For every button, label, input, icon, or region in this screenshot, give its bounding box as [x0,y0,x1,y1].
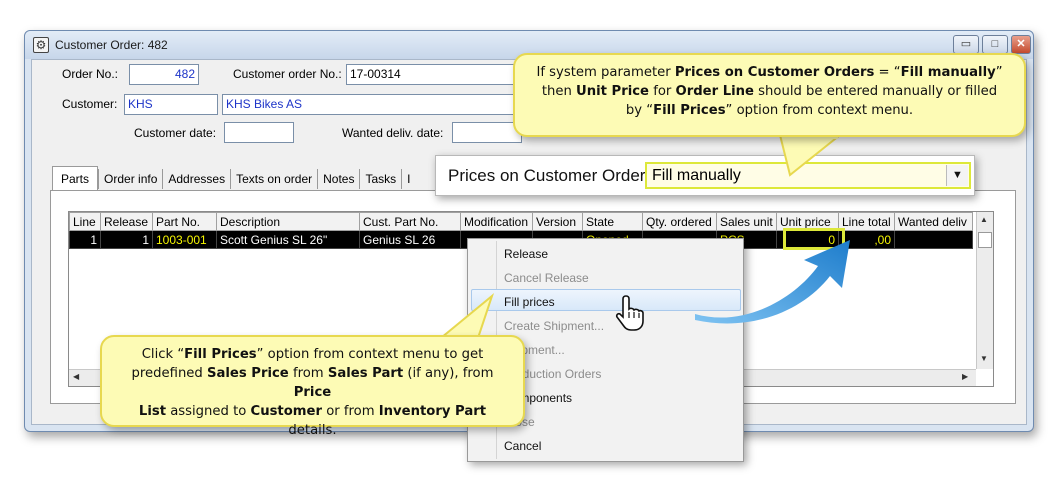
callout-bold: Customer [250,404,322,419]
cell-release[interactable]: 1 [100,230,153,249]
bottom-callout: Click “Fill Prices” option from context … [100,335,525,438]
minimize-button[interactable]: ▭ [953,35,979,54]
parameter-value: Fill manually [652,167,741,184]
cell-cust-part-no[interactable]: Genius SL 26 [359,230,461,249]
cell-line[interactable]: 1 [69,230,101,249]
callout-bold: Prices on Customer Orders [674,65,875,80]
window-title: Customer Order: 482 [55,38,168,52]
callout-text: or from [322,404,379,419]
customer-label: Customer: [62,97,118,111]
col-state[interactable]: State [582,212,643,231]
callout-bold: Fill manually [900,65,996,80]
callout-text: ” option from context menu. [725,103,914,118]
col-modification[interactable]: Modification [460,212,533,231]
wanted-delivery-date-field[interactable] [452,122,522,143]
tab-strip: Parts Order info Addresses Texts on order No… [52,166,416,190]
callout-text: details. [288,423,337,438]
callout-text: for [649,84,676,99]
blue-arrow-icon [695,240,850,324]
close-button[interactable]: ✕ [1011,35,1031,54]
callout-text: = “ [874,65,901,80]
col-part-no[interactable]: Part No. [152,212,217,231]
menu-item-fill-prices[interactable]: Fill prices [504,295,555,309]
col-release[interactable]: Release [100,212,153,231]
tab-notes[interactable]: Notes [317,169,359,189]
callout-bold: List [138,404,166,419]
parameter-label: Prices on Customer Orders: [448,166,659,185]
order-no-label: Order No.: [62,67,119,81]
parameter-zoom-box: Prices on Customer Orders: Fill manually… [435,155,975,196]
customer-order-no-field[interactable]: 17-00314 [346,64,521,85]
dropdown-arrow-icon[interactable]: ▼ [946,165,968,186]
menu-item-cancel[interactable]: Cancel [504,439,541,453]
col-qty-ordered[interactable]: Qty. ordered [642,212,717,231]
customer-date-label: Customer date: [134,126,217,140]
tab-addresses[interactable]: Addresses [162,169,230,189]
callout-text: predefined [131,366,207,381]
callout-bold: Fill Prices [653,103,726,118]
customer-code-field[interactable]: KHS [124,94,218,115]
callout-text: ” [995,65,1003,80]
callout-bold: Order Line [675,84,754,99]
callout-text: (if any), from [403,366,494,381]
col-version[interactable]: Version [532,212,583,231]
callout-bold: Inventory Part [378,404,487,419]
callout-bold: Price [293,385,332,400]
menu-item-create-shipment[interactable]: Create Shipment... [504,319,604,333]
menu-item-release[interactable]: Release [504,247,548,261]
cell-wanted-delivery[interactable] [894,230,973,249]
cell-part-no[interactable]: 1003-001 [152,230,217,249]
app-gear-icon: ⚙ [33,37,49,53]
callout-text: from [288,366,328,381]
tab-parts[interactable]: Parts [52,166,99,190]
top-callout-tail [778,134,843,177]
callout-text: ” option from context menu to get [256,347,484,362]
scroll-left-icon[interactable]: ◀ [73,372,79,381]
col-cust-part-no[interactable]: Cust. Part No. [359,212,461,231]
callout-bold: Fill Prices [184,347,257,362]
vertical-scrollbar[interactable]: ▲ ▼ [976,212,993,369]
cell-description[interactable]: Scott Genius SL 26" [216,230,360,249]
col-line-total[interactable]: Line total [838,212,895,231]
hand-cursor-icon [615,295,644,331]
maximize-button[interactable]: □ [982,35,1008,54]
callout-bold: Unit Price [576,84,649,99]
scroll-right-icon[interactable]: ▶ [962,372,968,381]
callout-text: should be entered manually or filled [753,84,998,99]
tab-order-info[interactable]: Order info [98,169,162,189]
callout-text: then [541,84,577,99]
callout-text: by “ [625,103,654,118]
callout-text: assigned to [166,404,251,419]
scroll-down-icon[interactable]: ▼ [980,354,988,363]
callout-bold: Sales Part [327,366,404,381]
vertical-scroll-thumb[interactable] [978,232,992,248]
tab-tasks[interactable]: Tasks [359,169,401,189]
col-line[interactable]: Line [69,212,101,231]
menu-item-cancel-release[interactable]: Cancel Release [504,271,589,285]
col-wanted-delivery[interactable]: Wanted deliv [894,212,973,231]
callout-text: If system parameter [536,65,675,80]
customer-order-no-label: Customer order No.: [233,67,342,81]
top-callout: If system parameter Prices on Customer O… [513,53,1026,137]
wanted-delivery-date-label: Wanted deliv. date: [342,126,444,140]
col-sales-unit[interactable]: Sales unit [716,212,777,231]
callout-text: Click “ [141,347,185,362]
col-description[interactable]: Description [216,212,360,231]
order-no-field[interactable]: 482 [129,64,199,85]
customer-name-field[interactable]: KHS Bikes AS [222,94,522,115]
tab-more[interactable]: I [401,169,415,189]
tab-texts-on-order[interactable]: Texts on order [230,169,317,189]
scroll-up-icon[interactable]: ▲ [980,215,988,224]
callout-bold: Sales Price [206,366,289,381]
customer-date-field[interactable] [224,122,294,143]
